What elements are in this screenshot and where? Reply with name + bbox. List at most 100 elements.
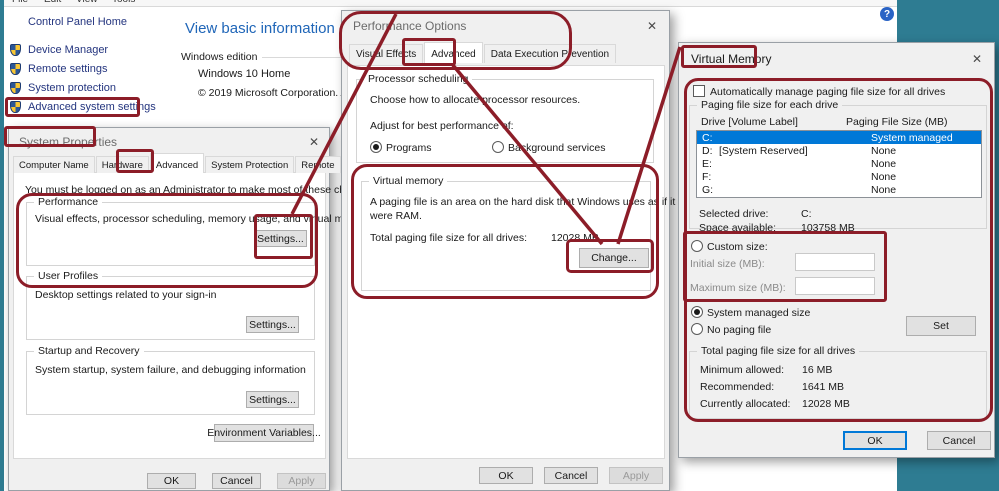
menu-bar: File Edit View Tools xyxy=(4,0,897,7)
dialog-title: System Properties xyxy=(19,135,118,149)
menu-edit[interactable]: Edit xyxy=(44,0,61,5)
programs-radio[interactable] xyxy=(370,141,382,153)
custom-size-radio[interactable] xyxy=(691,240,703,252)
sidebar-item-advanced-system-settings[interactable]: Advanced system settings xyxy=(28,101,156,113)
set-button[interactable]: Set xyxy=(906,316,976,336)
drive-row[interactable]: F: None xyxy=(697,170,981,183)
windows-edition-label: Windows edition xyxy=(181,51,258,63)
sidebar-item-remote-settings[interactable]: Remote settings xyxy=(28,63,107,75)
po-apply-button[interactable]: Apply xyxy=(609,467,663,484)
adjust-label: Adjust for best performance of: xyxy=(370,120,514,132)
uac-shield-icon xyxy=(10,101,21,113)
auto-manage-checkbox[interactable] xyxy=(693,85,705,97)
menu-view[interactable]: View xyxy=(76,0,98,5)
drive-column-header: Drive [Volume Label] xyxy=(701,116,798,128)
tab-hardware[interactable]: Hardware xyxy=(95,156,149,173)
system-properties-dialog: System Properties ✕ Computer Name Hardwa… xyxy=(8,127,377,491)
currently-allocated-label: Currently allocated: xyxy=(700,398,791,410)
sidebar-item-control-panel-home[interactable]: Control Panel Home xyxy=(28,16,127,28)
currently-allocated-value: 12028 MB xyxy=(802,398,850,410)
background-services-radio[interactable] xyxy=(492,141,504,153)
tab-advanced[interactable]: Advanced xyxy=(424,42,483,63)
menu-file[interactable]: File xyxy=(12,0,28,5)
initial-size-input[interactable] xyxy=(795,253,875,271)
copyright-text: © 2019 Microsoft Corporation. All xyxy=(198,87,353,99)
drive-cell: None xyxy=(871,144,897,157)
maximum-size-input[interactable] xyxy=(795,277,875,295)
total-paging-value: 12028 MB xyxy=(551,232,599,244)
virtual-memory-group: Virtual memory A paging file is an area … xyxy=(361,175,675,291)
uac-shield-icon xyxy=(10,82,21,94)
programs-radio-label: Programs xyxy=(386,142,432,154)
vm-cancel-button[interactable]: Cancel xyxy=(927,431,991,450)
dialog-title: Performance Options xyxy=(353,19,467,33)
performance-settings-button[interactable]: Settings... xyxy=(254,230,307,247)
processor-scheduling-group: Processor scheduling Choose how to alloc… xyxy=(356,73,654,163)
admin-note: You must be logged on as an Administrato… xyxy=(25,184,377,196)
space-available-label: Space available: xyxy=(699,222,777,234)
drive-list: C: System managed D: [System Reserved] None E… xyxy=(696,130,982,198)
edition-name: Windows 10 Home xyxy=(198,68,291,80)
custom-size-label: Custom size: xyxy=(707,241,768,253)
drive-cell: None xyxy=(871,170,897,183)
tab-system-protection[interactable]: System Protection xyxy=(205,156,295,173)
paging-desc-line2: were RAM. xyxy=(370,210,422,222)
sp-ok-button[interactable]: OK xyxy=(147,473,196,489)
help-icon[interactable]: ? xyxy=(880,7,894,21)
tab-computer-name[interactable]: Computer Name xyxy=(13,156,95,173)
startup-recovery-desc: System startup, system failure, and debu… xyxy=(35,364,306,376)
user-profiles-settings-button[interactable]: Settings... xyxy=(246,316,299,333)
drive-row[interactable]: D: [System Reserved] None xyxy=(697,144,981,157)
performance-options-dialog: Performance Options ✕ Visual Effects Adv… xyxy=(341,10,675,491)
performance-group-label: Performance xyxy=(34,196,103,208)
user-profiles-desc: Desktop settings related to your sign-in xyxy=(35,289,217,301)
uac-shield-icon xyxy=(10,44,21,56)
divider xyxy=(262,57,344,58)
po-tab-strip: Visual Effects Advanced Data Execution P… xyxy=(349,42,617,63)
close-icon[interactable]: ✕ xyxy=(309,135,319,149)
drive-row[interactable]: C: System managed xyxy=(697,131,981,144)
change-button[interactable]: Change... xyxy=(579,248,649,268)
screen: File Edit View Tools Control Panel Home … xyxy=(0,0,999,491)
drive-cell: System managed xyxy=(871,131,953,144)
po-cancel-button[interactable]: Cancel xyxy=(544,467,598,484)
minimum-allowed-label: Minimum allowed: xyxy=(700,364,785,376)
size-column-header: Paging File Size (MB) xyxy=(846,116,948,128)
environment-variables-button[interactable]: Environment Variables... xyxy=(207,424,321,442)
sidebar-item-device-manager[interactable]: Device Manager xyxy=(28,44,108,56)
sp-cancel-button[interactable]: Cancel xyxy=(212,473,261,489)
processor-desc: Choose how to allocate processor resourc… xyxy=(370,94,581,106)
no-paging-file-radio[interactable] xyxy=(691,323,703,335)
maximum-size-label: Maximum size (MB): xyxy=(690,282,786,294)
close-icon[interactable]: ✕ xyxy=(972,52,982,66)
menu-tools[interactable]: Tools xyxy=(112,0,135,5)
virtual-memory-dialog: Virtual Memory ✕ Automatically manage pa… xyxy=(678,42,995,458)
tab-advanced[interactable]: Advanced xyxy=(149,153,205,173)
processor-scheduling-label: Processor scheduling xyxy=(364,73,473,85)
tab-data-execution-prevention[interactable]: Data Execution Prevention xyxy=(483,44,617,63)
total-paging-group-label: Total paging file size for all drives xyxy=(697,345,860,357)
sp-apply-button[interactable]: Apply xyxy=(277,473,326,489)
paging-file-group-label: Paging file size for each drive xyxy=(697,99,843,111)
uac-shield-icon xyxy=(10,63,21,75)
drive-cell: None xyxy=(871,183,897,196)
drive-row[interactable]: E: None xyxy=(697,157,981,170)
sidebar-item-system-protection[interactable]: System protection xyxy=(28,82,116,94)
total-paging-group: Total paging file size for all drives Mi… xyxy=(689,345,987,419)
total-paging-label: Total paging file size for all drives: xyxy=(370,232,527,244)
system-managed-label: System managed size xyxy=(707,307,811,319)
close-icon[interactable]: ✕ xyxy=(647,19,657,33)
auto-manage-label: Automatically manage paging file size fo… xyxy=(710,86,946,98)
dialog-title: Virtual Memory xyxy=(691,52,772,66)
vm-ok-button[interactable]: OK xyxy=(843,431,907,450)
po-ok-button[interactable]: OK xyxy=(479,467,533,484)
drive-cell: C: xyxy=(702,131,713,144)
system-managed-radio[interactable] xyxy=(691,306,703,318)
tab-visual-effects[interactable]: Visual Effects xyxy=(349,44,424,63)
tab-remote[interactable]: Remote xyxy=(295,156,341,173)
drive-cell: None xyxy=(871,157,897,170)
drive-cell: G: xyxy=(702,183,714,196)
startup-recovery-settings-button[interactable]: Settings... xyxy=(246,391,299,408)
drive-row[interactable]: G: None xyxy=(697,183,981,196)
background-services-radio-label: Background services xyxy=(508,142,606,154)
